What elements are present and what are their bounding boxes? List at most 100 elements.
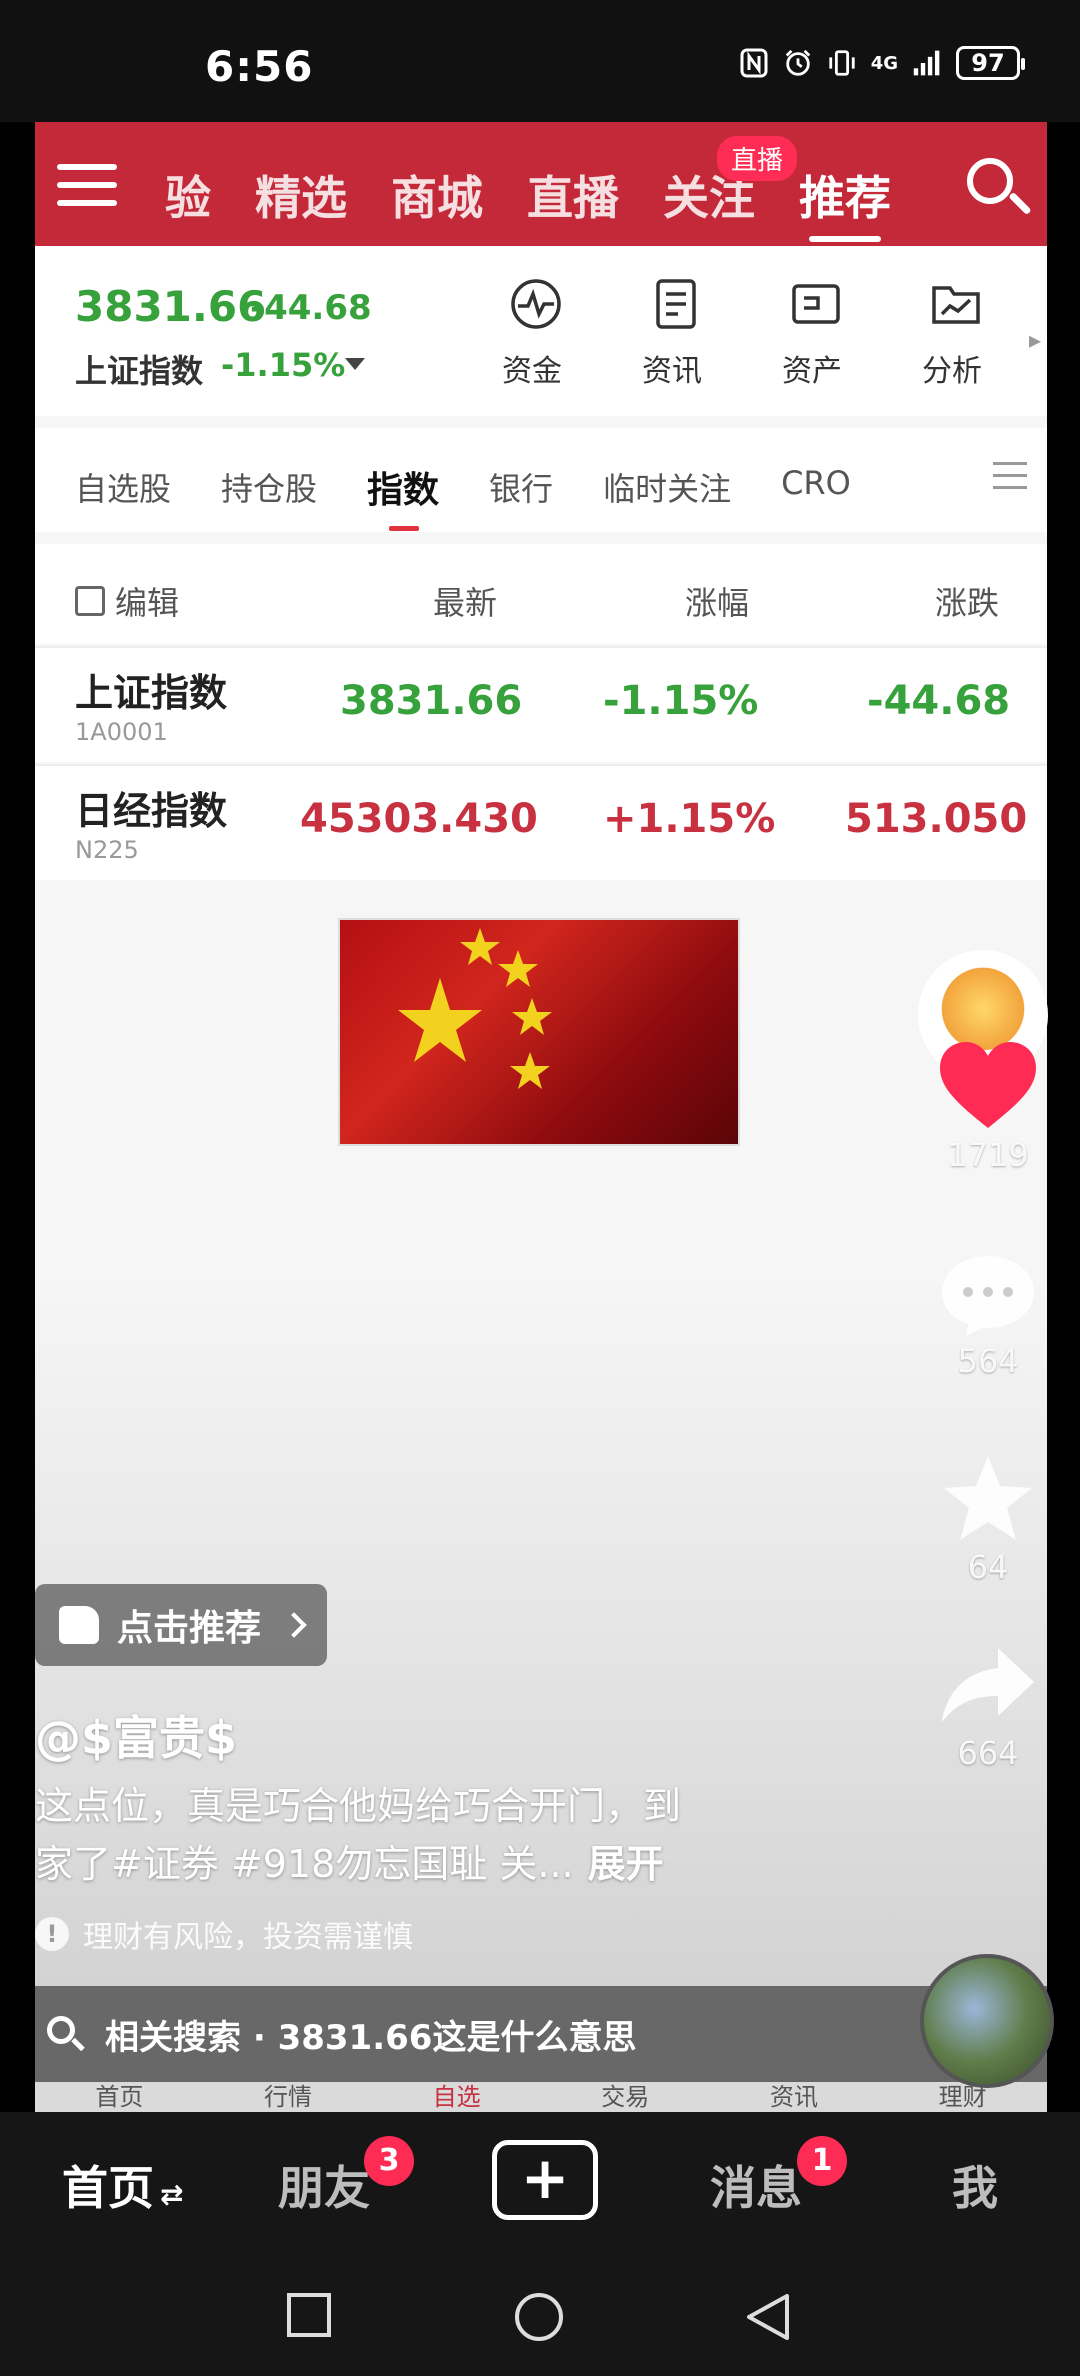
risk-text: 理财有风险，投资需谨慎 <box>83 1920 413 1955</box>
row-amt: 513.050 <box>845 796 1028 842</box>
share-arrow-icon <box>942 1648 1034 1722</box>
system-nav-bar <box>0 2252 1080 2376</box>
comment-button[interactable]: 564 <box>918 1252 1058 1380</box>
messages-badge: 1 <box>797 2136 847 2186</box>
create-button[interactable]: + <box>492 2140 598 2220</box>
chevron-right-icon <box>281 1612 307 1638</box>
list-menu-icon <box>993 462 1027 490</box>
inner-tab: 首页 <box>95 2083 144 2111</box>
index-percent: -1.15% <box>221 346 346 384</box>
search-icon <box>45 2014 85 2054</box>
back-triangle-icon[interactable] <box>745 2292 791 2342</box>
china-flag-image <box>338 918 740 1146</box>
row-name: 日经指数 <box>75 789 228 833</box>
tool-label: 资讯 <box>642 354 702 389</box>
nav-messages[interactable]: 消息 <box>710 2152 802 2218</box>
related-search-bar[interactable]: 相关搜索 · 3831.66这是什么意思 <box>35 1986 1047 2082</box>
document-icon <box>656 279 696 329</box>
wallet-icon <box>792 284 840 324</box>
risk-notice: ! 理财有风险，投资需谨慎 <box>35 1912 413 1956</box>
row-latest: 45303.430 <box>300 796 538 842</box>
video-player[interactable]: 验 精选 商城 直播 关注 推荐 直播 3831.66 -44.68 上证指数 … <box>0 122 1080 2112</box>
index-summary: 3831.66 -44.68 上证指数 -1.15% 资金 资讯 资产 分析 ▸ <box>35 246 1047 416</box>
inner-tab: 自选 <box>432 2083 481 2111</box>
like-button[interactable]: 1719 <box>918 1040 1058 1174</box>
row-latest: 3831.66 <box>340 678 523 724</box>
quick-tools: 资金 资讯 资产 分析 <box>502 276 987 390</box>
edit-icon <box>75 586 105 616</box>
tool-label: 资金 <box>502 354 562 389</box>
feed-tab-active: 推荐 <box>799 162 891 242</box>
row-pct: -1.15% <box>603 678 759 724</box>
video-frame: 验 精选 商城 直播 关注 推荐 直播 3831.66 -44.68 上证指数 … <box>35 122 1047 2112</box>
swap-icon: ⇄ <box>160 2178 184 2211</box>
bottom-nav: 首页 ⇄ 朋友 3 + 消息 1 我 <box>0 2112 1080 2252</box>
search-icon <box>961 152 1032 222</box>
nav-friends[interactable]: 朋友 <box>278 2152 370 2218</box>
inner-app-header: 验 精选 商城 直播 关注 推荐 直播 <box>35 122 1047 246</box>
status-icons: 4G 97 <box>739 46 1025 80</box>
vibrate-icon <box>827 46 857 80</box>
recents-square-icon[interactable] <box>286 2292 332 2338</box>
table-row: 上证指数 1A0001 3831.66 -1.15% -44.68 <box>35 646 1047 762</box>
video-caption: 这点位，真是巧合他妈给巧合开门，到 家了#证券 #918勿忘国耻 关... 展开 <box>35 1777 835 1893</box>
share-count: 664 <box>957 1734 1019 1772</box>
index-change: -44.68 <box>250 288 372 328</box>
recommend-label: 点击推荐 <box>117 1608 262 1649</box>
table-header: 编辑 最新 涨幅 涨跌 <box>35 544 1047 644</box>
like-count: 1719 <box>947 1136 1029 1174</box>
row-code: 1A0001 <box>75 718 168 746</box>
star-icon <box>944 1456 1032 1540</box>
feed-tab: 商城 <box>391 171 483 225</box>
share-button[interactable]: 664 <box>918 1642 1058 1772</box>
comment-icon <box>942 1256 1034 1336</box>
chevron-right-icon: ▸ <box>1028 326 1041 354</box>
nfc-icon <box>739 46 769 80</box>
category-tab: 持仓股 <box>221 470 318 508</box>
recommend-button[interactable]: 点击推荐 <box>35 1584 328 1666</box>
table-row: 日经指数 N225 45303.430 +1.15% 513.050 <box>35 764 1047 880</box>
alarm-icon <box>783 46 813 80</box>
index-name: 上证指数 <box>75 352 204 390</box>
caption-line: 这点位，真是巧合他妈给巧合开门，到 <box>35 1784 682 1828</box>
expand-link[interactable]: 展开 <box>588 1842 664 1886</box>
status-time: 6:56 <box>205 42 314 91</box>
category-tab: 临时关注 <box>603 470 732 508</box>
author-name[interactable]: @$富贵$ <box>35 1702 237 1768</box>
tool-news: 资讯 <box>642 276 707 390</box>
favorite-button[interactable]: 64 <box>918 1452 1058 1586</box>
live-badge: 直播 <box>717 136 798 181</box>
friends-badge: 3 <box>364 2136 414 2186</box>
heart-icon <box>940 1042 1036 1128</box>
favorite-count: 64 <box>967 1548 1009 1586</box>
feed-tab: 精选 <box>255 171 347 225</box>
thumbs-up-icon <box>59 1606 99 1644</box>
inner-tab: 交易 <box>601 2083 650 2111</box>
edit-label: 编辑 <box>115 584 180 622</box>
tool-assets: 资产 <box>782 276 847 390</box>
tool-label: 分析 <box>922 354 982 389</box>
status-bar: 6:56 4G 97 <box>0 0 1080 122</box>
home-circle-icon[interactable] <box>514 2292 564 2342</box>
edit-button: 编辑 <box>75 578 179 624</box>
tool-label: 资产 <box>782 354 842 389</box>
inner-app-tabbar: 首页 行情 自选 交易 资讯 理财 <box>35 2082 1047 2112</box>
info-icon: ! <box>35 1917 69 1951</box>
index-value: 3831.66 <box>75 282 267 331</box>
pulse-icon <box>511 279 561 329</box>
signal-icon <box>912 46 942 80</box>
inner-tab: 行情 <box>263 2083 312 2111</box>
col-change-pct: 涨幅 <box>685 584 750 622</box>
nav-home[interactable]: 首页 ⇄ <box>62 2152 183 2218</box>
row-code: N225 <box>75 836 139 864</box>
battery-indicator: 97 <box>956 46 1025 80</box>
category-tab: 自选股 <box>75 470 172 508</box>
related-search-text: 相关搜索 · 3831.66这是什么意思 <box>105 2017 637 2058</box>
music-disc[interactable] <box>920 1954 1054 2088</box>
caption-line: 家了#证券 #918勿忘国耻 关... <box>35 1842 574 1886</box>
comment-count: 564 <box>957 1342 1019 1380</box>
nav-home-label: 首页 <box>62 2161 154 2215</box>
category-tabs: 自选股 持仓股 指数 银行 临时关注 CRO <box>35 428 1047 532</box>
nav-me[interactable]: 我 <box>952 2152 998 2218</box>
feed-tab: 验 <box>165 171 211 225</box>
